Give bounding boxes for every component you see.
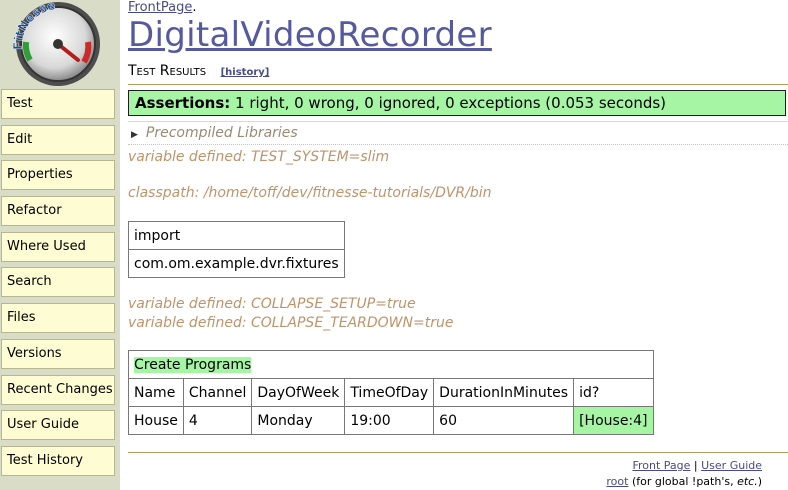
sidebar-item-where-used[interactable]: Where Used [1,231,115,262]
sidebar-item-search[interactable]: Search [1,267,115,298]
column-header: DurationInMinutes [433,378,575,407]
assertions-label: Assertions: [135,94,231,112]
table-header-row: Name Channel DayOfWeek TimeOfDay Duratio… [128,378,654,407]
precompiled-libraries-label[interactable]: Precompiled Libraries [146,125,298,141]
history-link[interactable]: [history] [221,67,270,78]
table-row: House 4 Monday 19:00 60 [House:4] [128,406,654,435]
collapse-teardown-variable: variable defined: COLLAPSE_TEARDOWN=true [128,315,454,331]
sidebar-item-properties[interactable]: Properties [1,160,115,191]
id-result-cell: [House:4] [573,406,654,435]
sidebar-nav: Test Edit Properties Refactor Where Used… [1,89,115,482]
footer-user-guide-link[interactable]: User Guide [701,459,762,472]
assertions-text: 1 right, 0 wrong, 0 ignored, 0 exception… [230,94,667,112]
sidebar-item-test-history[interactable]: Test History [1,445,115,476]
precompiled-libraries-section[interactable]: ▶ Precompiled Libraries [128,121,788,145]
table-cell: 19:00 [344,406,435,435]
table-cell: 4 [182,406,253,435]
breadcrumb-separator: . [192,0,197,15]
page-title[interactable]: DigitalVideoRecorder [128,15,492,55]
collapse-setup-variable: variable defined: COLLAPSE_SETUP=true [128,296,416,312]
import-table: import com.om.example.dvr.fixtures [128,221,345,278]
column-header: TimeOfDay [344,378,435,407]
footer-front-page-link[interactable]: Front Page [632,459,690,472]
footer-divider [128,452,788,453]
create-programs-table: Create Programs Name Channel DayOfWeek T… [128,350,654,435]
sidebar-item-test[interactable]: Test [1,89,115,119]
page-subtitle: Test Results [history] [128,63,269,79]
table-cell: House [128,406,184,435]
import-table-value: com.om.example.dvr.fixtures [128,249,345,278]
column-header: Name [128,378,184,407]
sidebar: FitNesse Test Edit Properties Refactor W… [0,0,120,490]
table-cell: Monday [251,406,346,435]
footer: Front Page | User Guide root (for global… [606,458,762,490]
test-system-variable: variable defined: TEST_SYSTEM=slim [128,149,390,165]
classpath-note: classpath: /home/toff/dev/fitnesse-tutor… [128,185,492,201]
column-header: Channel [182,378,253,407]
gauge-logo-icon: FitNesse [11,0,100,86]
test-results-label: Test Results [128,63,207,79]
breadcrumb: FrontPage. [128,0,197,15]
column-header: id? [573,378,654,407]
footer-separator: | [690,459,702,472]
table-title-cell: Create Programs [128,350,654,379]
footer-root-note: (for global !path's, [628,475,738,488]
column-header: DayOfWeek [251,378,346,407]
sidebar-item-edit[interactable]: Edit [1,124,115,155]
footer-root-link[interactable]: root [606,475,628,488]
expand-triangle-icon[interactable]: ▶ [131,130,138,140]
footer-root-note-close: ) [757,475,762,488]
assertions-summary: Assertions: 1 right, 0 wrong, 0 ignored,… [128,90,786,116]
sidebar-item-user-guide[interactable]: User Guide [1,410,115,441]
footer-root-note-etc: etc. [737,475,758,488]
table-cell: 60 [433,406,575,435]
sidebar-item-versions[interactable]: Versions [1,338,115,369]
import-table-header: import [128,221,345,250]
fitnesse-logo[interactable]: FitNesse [0,0,120,88]
breadcrumb-frontpage-link[interactable]: FrontPage [128,0,192,15]
header-divider [128,84,788,85]
sidebar-item-files[interactable]: Files [1,303,115,334]
sidebar-item-recent-changes[interactable]: Recent Changes [1,374,115,405]
sidebar-item-refactor[interactable]: Refactor [1,196,115,227]
table-title: Create Programs [134,356,252,373]
